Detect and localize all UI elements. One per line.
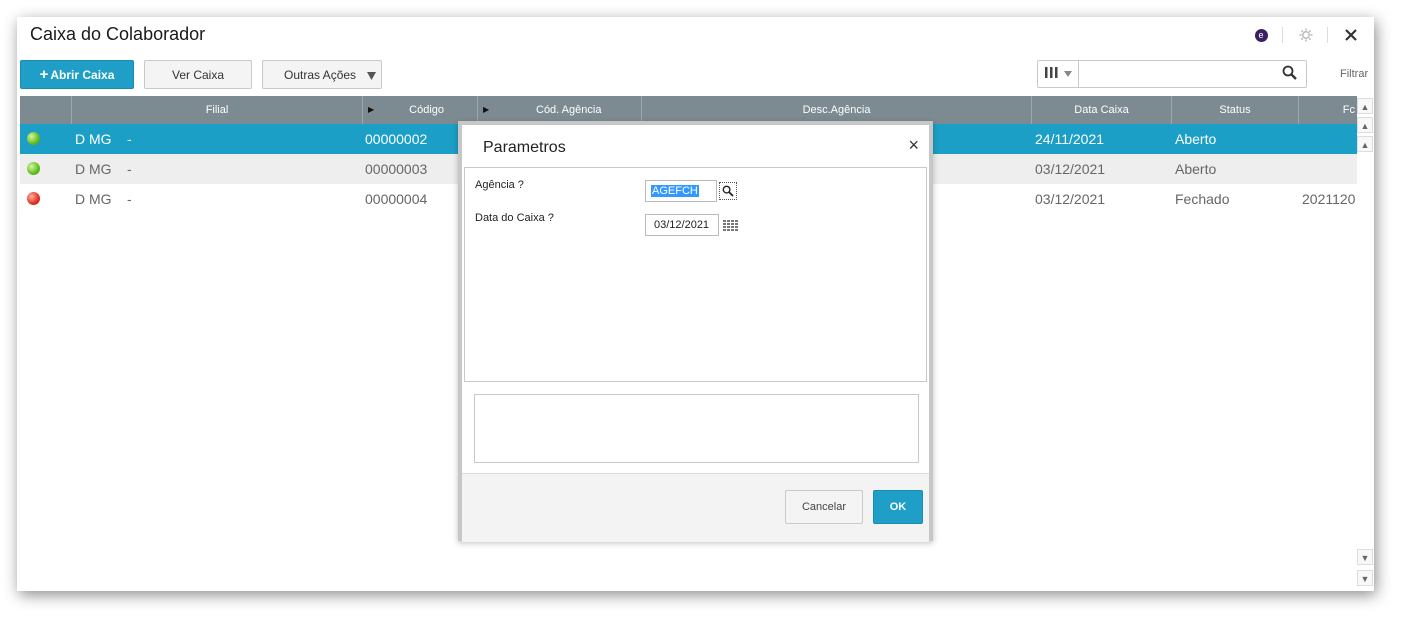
plus-icon: + xyxy=(39,66,49,83)
dialog-footer: Cancelar OK xyxy=(462,473,929,542)
cell-filial-sep: - xyxy=(127,161,132,177)
ver-caixa-label: Ver Caixa xyxy=(171,67,225,82)
caret-down-icon xyxy=(367,69,376,83)
col-header-desc-agencia[interactable]: Desc.Agência xyxy=(642,96,1032,124)
sort-arrow-icon: ▶ xyxy=(483,105,490,114)
columns-icon xyxy=(1044,66,1060,82)
agencia-value: AGEFCH xyxy=(651,185,699,197)
col-header-status-text[interactable]: Status xyxy=(1172,96,1299,124)
status-led-icon xyxy=(27,132,40,145)
scroll-top-icon[interactable]: ▲ xyxy=(1357,98,1373,114)
cell-status: Fechado xyxy=(1175,191,1230,207)
col-header-codigo[interactable]: ▶ Código xyxy=(363,96,478,124)
gear-icon[interactable] xyxy=(1295,26,1317,44)
col-header-data-caixa[interactable]: Data Caixa xyxy=(1032,96,1172,124)
ver-caixa-button[interactable]: Ver Caixa xyxy=(144,60,252,89)
abrir-caixa-label: Abrir Caixa xyxy=(50,67,115,82)
parametros-form: Agência ? AGEFCH Data do Caixa ? 03/12/2… xyxy=(464,167,927,382)
scroll-bottom-icon[interactable]: ▼ xyxy=(1357,570,1373,586)
help-memo-area xyxy=(474,394,919,463)
status-led-icon xyxy=(27,192,40,205)
cell-data: 03/12/2021 xyxy=(1035,161,1106,177)
agencia-field[interactable]: AGEFCH xyxy=(645,180,717,202)
column-picker[interactable] xyxy=(1038,61,1079,87)
cell-status: Aberto xyxy=(1175,161,1217,177)
close-icon[interactable] xyxy=(1340,26,1362,44)
cell-status: Aberto xyxy=(1175,131,1217,147)
sort-arrow-icon: ▶ xyxy=(368,105,375,114)
col-header-status[interactable] xyxy=(20,96,72,124)
lookup-search-icon[interactable] xyxy=(719,182,737,200)
page-title: Caixa do Colaborador xyxy=(30,24,206,44)
user-icon[interactable]: e xyxy=(1250,26,1272,44)
scroll-up-icon[interactable]: ▲ xyxy=(1357,136,1373,152)
scroll-page-up-icon[interactable]: ▲ xyxy=(1357,117,1373,133)
cell-filial: D MG xyxy=(75,131,112,147)
outras-acoes-label: Outras Ações xyxy=(284,67,357,82)
cancel-button[interactable]: Cancelar xyxy=(785,490,863,524)
cell-filial: D MG xyxy=(75,191,112,207)
caret-down-icon xyxy=(1064,68,1072,80)
grid-header: Filial ▶ Código ▶ Cód. Agência Desc.Agên… xyxy=(20,96,1357,124)
cell-codigo: 00000003 xyxy=(365,161,428,177)
divider xyxy=(1282,27,1283,43)
cell-data: 03/12/2021 xyxy=(1035,191,1106,207)
search-icon[interactable] xyxy=(1282,65,1298,86)
vertical-scrollbar[interactable]: ▲ ▲ ▲ ▼ ▼ xyxy=(1357,96,1373,591)
cell-data: 24/11/2021 xyxy=(1035,131,1105,147)
parametros-dialog: Parametros × Agência ? AGEFCH Data do Ca… xyxy=(458,121,933,542)
dialog-title: Parametros xyxy=(483,139,566,156)
col-header-filial[interactable]: Filial xyxy=(72,96,363,124)
divider xyxy=(1327,27,1328,43)
scroll-down-icon[interactable]: ▼ xyxy=(1357,549,1373,565)
ok-button[interactable]: OK xyxy=(873,490,923,524)
search-input[interactable] xyxy=(1080,63,1279,87)
abrir-caixa-button[interactable]: + Abrir Caixa xyxy=(20,60,134,89)
outras-acoes-button[interactable]: Outras Ações xyxy=(262,60,382,89)
cell-filial-sep: - xyxy=(127,131,132,147)
agencia-label: Agência ? xyxy=(475,179,524,191)
status-led-icon xyxy=(27,162,40,175)
cell-codigo: 00000004 xyxy=(365,191,428,207)
header-icons: e xyxy=(1238,26,1362,44)
data-caixa-field[interactable]: 03/12/2021 xyxy=(645,214,719,236)
search-box xyxy=(1037,60,1307,88)
close-icon[interactable]: × xyxy=(908,135,919,156)
cell-filial-sep: - xyxy=(127,191,132,207)
calendar-icon[interactable] xyxy=(723,219,739,231)
filtrar-link[interactable]: Filtrar xyxy=(1340,68,1368,80)
col-header-cod-agencia[interactable]: ▶ Cód. Agência xyxy=(478,96,642,124)
cell-filial: D MG xyxy=(75,161,112,177)
data-caixa-label: Data do Caixa ? xyxy=(475,212,554,224)
cell-extra: 2021120 xyxy=(1302,191,1356,207)
col-header-fc[interactable]: Fc xyxy=(1299,96,1357,124)
cell-codigo: 00000002 xyxy=(365,131,428,147)
